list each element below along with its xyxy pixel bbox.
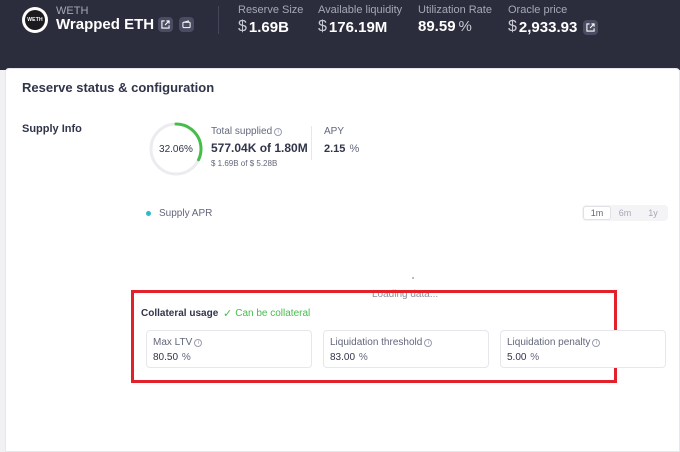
metric-value: 80.50: [153, 352, 179, 363]
stat-oracle-price: Oracle price $ 2,933.93: [508, 4, 599, 36]
metric-label-row: Liquidation threshold i: [330, 337, 433, 348]
stat-label: Oracle price: [508, 4, 568, 16]
external-link-icon: [161, 20, 170, 29]
external-link-icon: [586, 22, 595, 32]
stat-value-row: 89.59 %: [418, 18, 492, 35]
weth-logo-text: WETH: [25, 10, 45, 30]
collateral-usage-label: Collateral usage: [141, 308, 219, 319]
metric-value-row: 5.00 %: [507, 352, 539, 363]
add-to-wallet-button[interactable]: [179, 17, 194, 32]
stat-utilization-rate: Utilization Rate 89.59 %: [418, 4, 492, 35]
stat-value-row: $ 1.69B: [238, 18, 303, 36]
total-supplied-usd: $ 1.69B of $ 5.28B: [211, 159, 278, 168]
stat-value: 176.19M: [328, 18, 388, 36]
metric-label: Liquidation threshold: [330, 337, 423, 348]
supply-info-label: Supply Info: [22, 123, 82, 135]
stat-label: Utilization Rate: [418, 4, 492, 16]
stat-prefix: $: [508, 18, 517, 35]
metric-value-row: 83.00 %: [330, 352, 368, 363]
loading-spinner: [412, 277, 414, 279]
stat-value: 1.69B: [248, 18, 289, 36]
apy-value: 2.15: [324, 143, 346, 155]
collateral-status-text: Can be collateral: [235, 308, 311, 319]
asset-name: Wrapped ETH: [56, 16, 155, 33]
chart-legend: Supply APR: [146, 208, 212, 219]
metric-label-row: Liquidation penalty i: [507, 337, 601, 348]
period-1y[interactable]: 1y: [639, 206, 667, 220]
info-icon[interactable]: i: [424, 338, 433, 347]
liquidation-threshold-card: Liquidation threshold i 83.00 %: [323, 330, 489, 368]
metric-label: Liquidation penalty: [507, 337, 591, 348]
reserve-status-card: Reserve status & configuration Supply In…: [5, 68, 680, 452]
metric-value: 5.00: [507, 352, 527, 363]
stat-label: Reserve Size: [238, 4, 304, 16]
metric-label: Max LTV: [153, 337, 193, 348]
supply-divider: [311, 126, 312, 160]
period-6m[interactable]: 6m: [611, 206, 639, 220]
supply-cap-percent: 32.06%: [159, 143, 193, 155]
stat-value: 89.59: [418, 18, 456, 35]
total-supplied-label: Total supplied: [211, 126, 273, 137]
stat-suffix: %: [458, 18, 472, 35]
stat-value-row: $ 2,933.93: [508, 18, 599, 36]
metric-value-row: 80.50 %: [153, 352, 191, 363]
metric-unit: %: [530, 352, 540, 363]
stat-label: Available liquidity: [318, 4, 403, 16]
metric-label-row: Max LTV i: [153, 337, 203, 348]
period-selector: 1m 6m 1y: [582, 205, 668, 221]
metric-unit: %: [181, 352, 191, 363]
weth-logo-icon: WETH: [22, 7, 48, 33]
liquidation-penalty-card: Liquidation penalty i 5.00 %: [500, 330, 666, 368]
external-link-button[interactable]: [158, 17, 173, 32]
supply-apr-legend-label: Supply APR: [159, 208, 213, 219]
stat-value-row: $ 176.19M: [318, 18, 402, 36]
period-1m[interactable]: 1m: [583, 206, 611, 220]
card-title: Reserve status & configuration: [22, 80, 215, 95]
total-supplied-label-row: Total supplied i: [211, 126, 283, 137]
apy-label: APY: [324, 126, 345, 137]
supply-apr-legend-dot: [146, 211, 151, 216]
header-divider: [218, 6, 219, 34]
collateral-status: ✓ Can be collateral: [223, 307, 310, 320]
apy-value-row: 2.15 %: [324, 143, 359, 155]
metric-unit: %: [358, 352, 368, 363]
checkmark-icon: ✓: [223, 308, 233, 320]
info-icon[interactable]: i: [274, 127, 283, 136]
info-icon[interactable]: i: [592, 338, 601, 347]
oracle-link-button[interactable]: [583, 19, 599, 35]
stat-reserve-size: Reserve Size $ 1.69B: [238, 4, 303, 36]
metric-value: 83.00: [330, 352, 356, 363]
max-ltv-card: Max LTV i 80.50 %: [146, 330, 312, 368]
wallet-icon: [182, 20, 191, 29]
stat-value: 2,933.93: [518, 18, 578, 36]
stat-prefix: $: [238, 18, 247, 35]
stat-prefix: $: [318, 18, 327, 35]
stat-available-liquidity: Available liquidity $ 176.19M: [318, 4, 402, 36]
apy-unit: %: [349, 143, 360, 155]
reserve-header: WETH WETH Wrapped ETH Reserve Size $ 1.6…: [0, 0, 680, 70]
info-icon[interactable]: i: [194, 338, 203, 347]
total-supplied-value: 577.04K of 1.80M: [211, 141, 308, 155]
